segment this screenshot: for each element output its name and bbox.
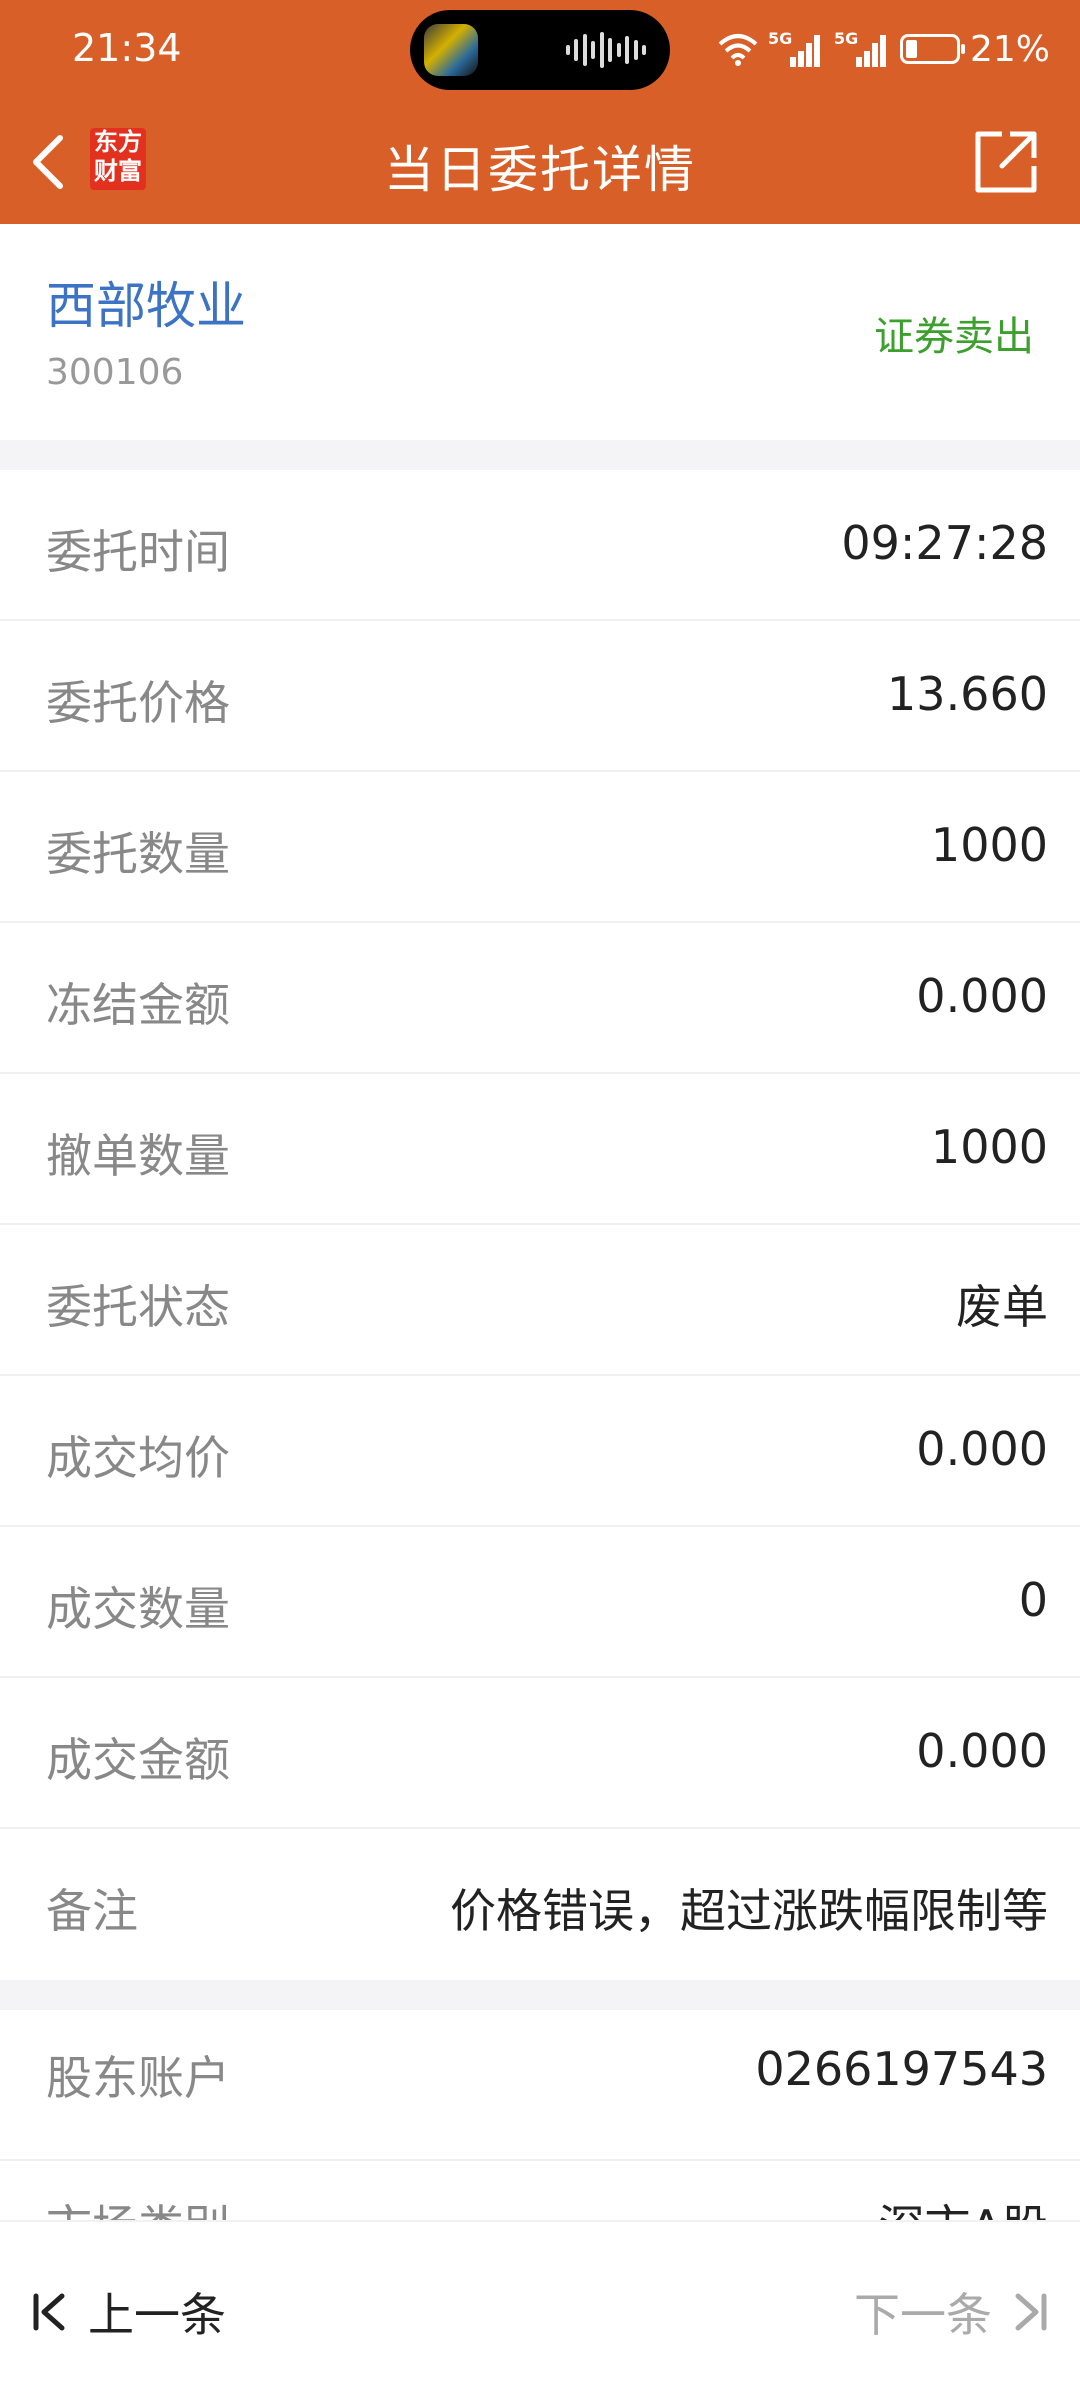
album-art-icon <box>424 24 478 76</box>
detail-value: 0.000 <box>916 1422 1048 1476</box>
status-time: 21:34 <box>72 26 182 70</box>
detail-label: 委托时间 <box>46 525 230 579</box>
skip-previous-icon <box>33 2293 65 2331</box>
detail-row-order-status: 委托状态 废单 <box>0 1225 1080 1376</box>
order-details: 委托时间 09:27:28 委托价格 13.660 委托数量 1000 冻结金额… <box>0 470 1080 1980</box>
dynamic-island[interactable] <box>410 10 670 90</box>
detail-label: 股东账户 <box>46 2051 230 2105</box>
detail-label: 成交金额 <box>46 1733 230 1787</box>
detail-label: 委托价格 <box>46 676 230 730</box>
stock-info: 西部牧业 300106 证券卖出 <box>0 224 1080 440</box>
detail-value: 1000 <box>930 1120 1048 1174</box>
detail-value: 0 <box>1018 1573 1048 1627</box>
share-external-icon <box>975 131 1037 193</box>
detail-label: 成交均价 <box>46 1431 230 1485</box>
page-title: 当日委托详情 <box>384 141 696 199</box>
signal-5g-icon-1: 5G <box>768 29 824 69</box>
detail-row-avg-price: 成交均价 0.000 <box>0 1376 1080 1527</box>
detail-label: 委托数量 <box>46 827 230 881</box>
previous-button[interactable]: 上一条 <box>30 2277 226 2347</box>
stock-code: 300106 <box>46 352 184 393</box>
next-label: 下一条 <box>854 2288 992 2342</box>
detail-label: 委托状态 <box>46 1280 230 1334</box>
detail-value: 0.000 <box>916 1724 1048 1778</box>
share-button[interactable] <box>968 124 1044 200</box>
detail-label: 市场类别 <box>46 2191 230 2220</box>
bottom-navigation: 上一条 下一条 <box>0 2220 1080 2400</box>
detail-value: 09:27:28 <box>841 516 1048 570</box>
detail-value: 废单 <box>956 1280 1048 1334</box>
detail-row-market-type: 市场类别 深市A股 <box>0 2161 1080 2220</box>
battery-icon <box>899 34 965 64</box>
detail-label: 撤单数量 <box>46 1129 230 1183</box>
app-header: 东方 财富 当日委托详情 <box>0 100 1080 224</box>
skip-next-icon <box>1015 2293 1047 2331</box>
account-details: 股东账户 0266197543 市场类别 深市A股 <box>0 2010 1080 2220</box>
detail-value: 0.000 <box>916 969 1048 1023</box>
wifi-icon <box>718 34 758 66</box>
detail-value: 价格错误，超过涨跌幅限制等 <box>450 1884 1048 1938</box>
detail-row-filled-quantity: 成交数量 0 <box>0 1527 1080 1678</box>
detail-row-filled-amount: 成交金额 0.000 <box>0 1678 1080 1829</box>
detail-row-order-time: 委托时间 09:27:28 <box>0 470 1080 621</box>
detail-row-frozen-amount: 冻结金额 0.000 <box>0 923 1080 1074</box>
detail-row-order-quantity: 委托数量 1000 <box>0 772 1080 923</box>
detail-row-remark: 备注 价格错误，超过涨跌幅限制等 <box>0 1829 1080 1980</box>
previous-label: 上一条 <box>88 2288 226 2342</box>
detail-label: 备注 <box>46 1884 138 1938</box>
detail-row-cancel-quantity: 撤单数量 1000 <box>0 1074 1080 1225</box>
stock-name[interactable]: 西部牧业 <box>46 266 246 338</box>
detail-value: 0266197543 <box>755 2042 1048 2096</box>
detail-value: 1000 <box>930 818 1048 872</box>
detail-label: 冻结金额 <box>46 978 230 1032</box>
section-divider <box>0 1980 1080 2010</box>
detail-label: 成交数量 <box>46 1582 230 1636</box>
trade-type-label: 证券卖出 <box>874 314 1034 360</box>
battery-percent: 21% <box>969 28 1050 70</box>
detail-value: 深市A股 <box>879 2191 1048 2220</box>
status-bar: 21:34 5G 5G 21% <box>0 0 1080 100</box>
section-divider <box>0 440 1080 470</box>
detail-row-shareholder-account: 股东账户 0266197543 <box>0 2010 1080 2161</box>
signal-5g-icon-2: 5G <box>834 29 890 69</box>
status-icons: 5G 5G 21% <box>718 24 1050 74</box>
detail-row-order-price: 委托价格 13.660 <box>0 621 1080 772</box>
next-button[interactable]: 下一条 <box>854 2277 1050 2347</box>
audio-wave-icon <box>566 30 646 70</box>
detail-value: 13.660 <box>887 667 1048 721</box>
